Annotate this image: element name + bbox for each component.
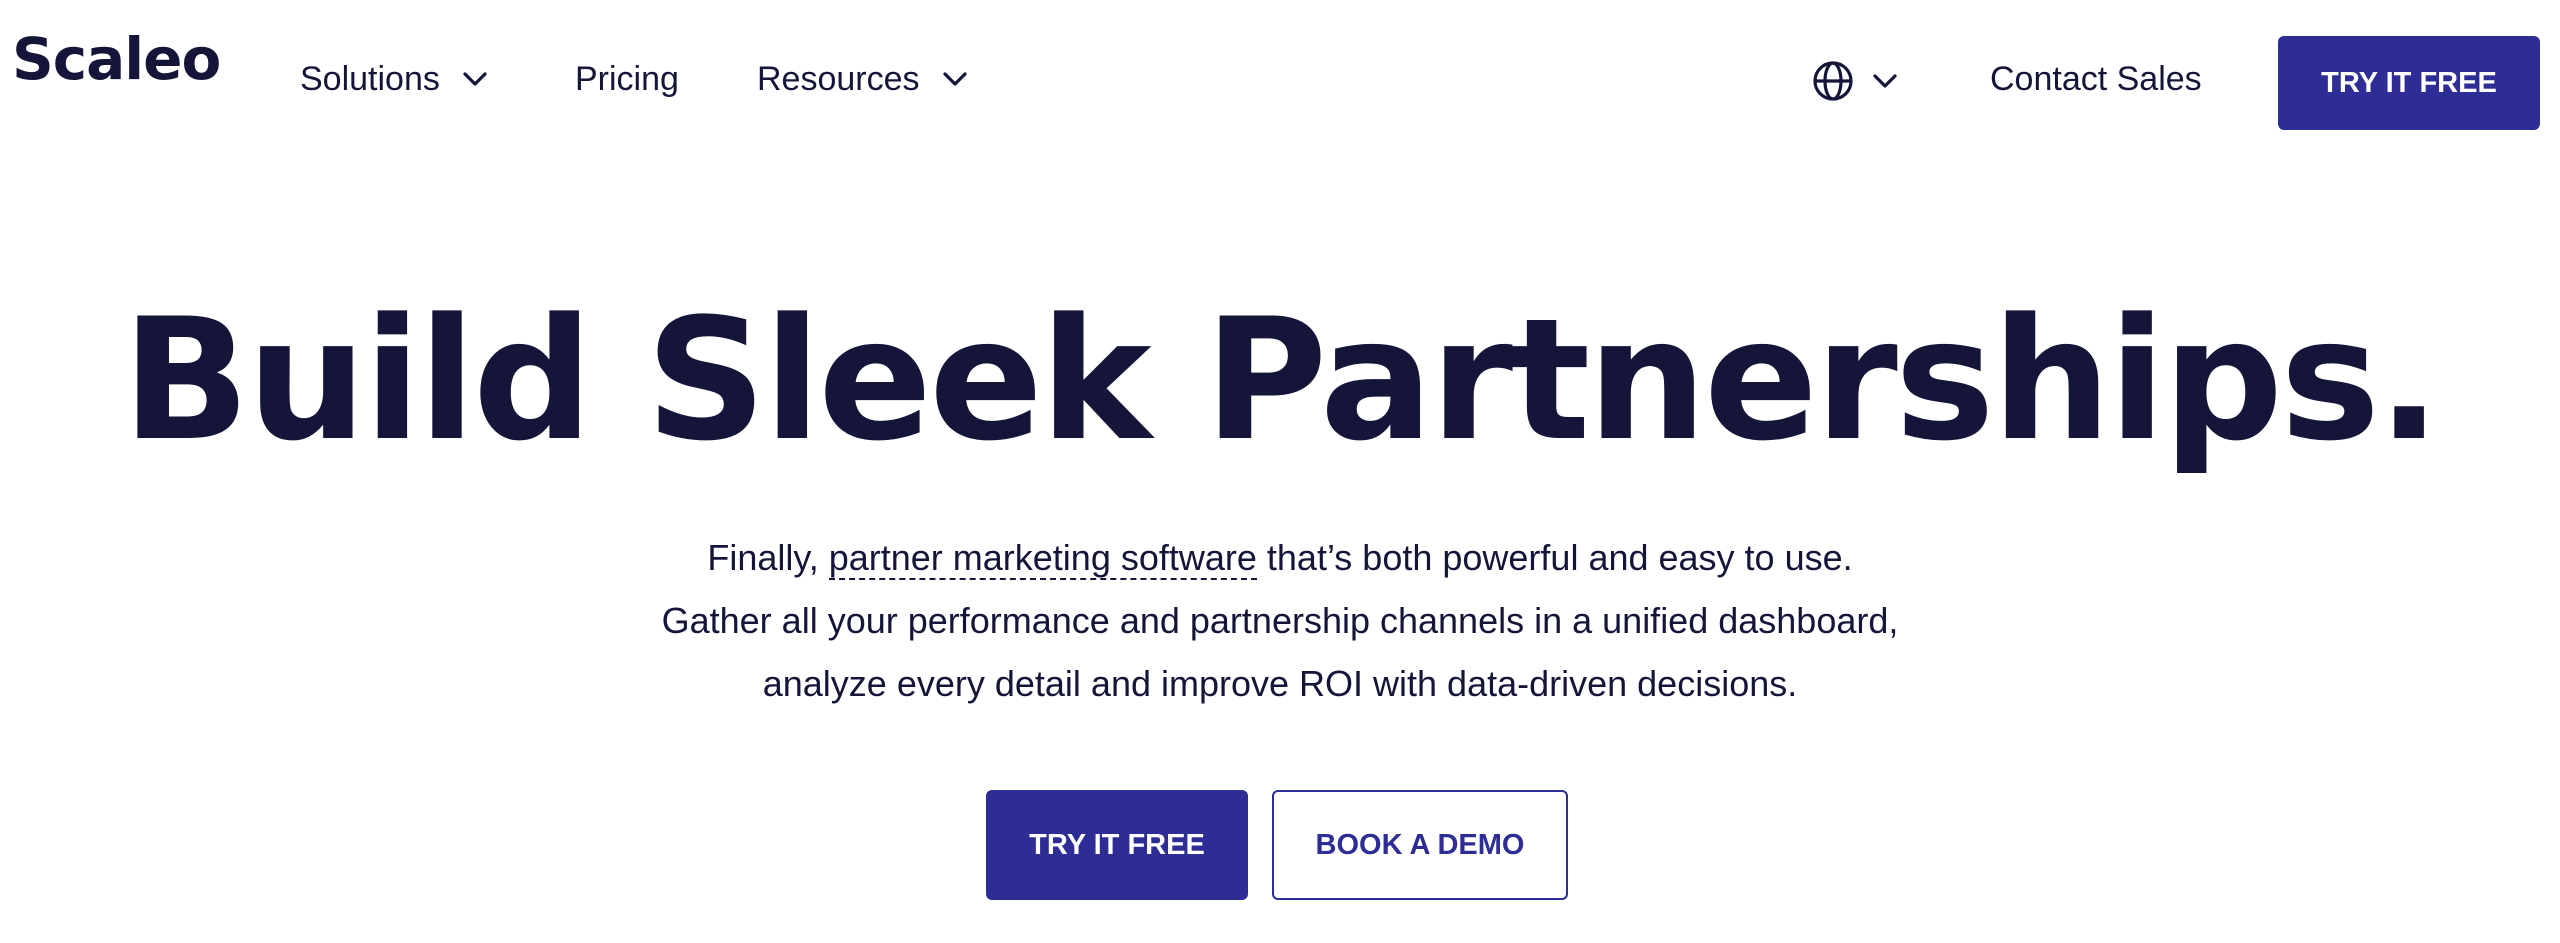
language-switcher[interactable]: [1812, 60, 1898, 102]
header-try-free-button[interactable]: TRY IT FREE: [2278, 36, 2540, 130]
subtitle-suffix: that’s both powerful and easy to use.: [1256, 537, 1853, 578]
contact-sales-link[interactable]: Contact Sales: [1990, 62, 2202, 96]
hero-title: Build Sleek Partnerships.: [121, 282, 2441, 478]
globe-icon: [1813, 61, 1853, 101]
hero-subtitle-line-1: Finally, partner marketing software that…: [0, 526, 2560, 589]
logo[interactable]: Scaleo: [12, 30, 221, 88]
nav-solutions-label: Solutions: [300, 60, 440, 98]
subtitle-prefix: Finally,: [707, 537, 829, 578]
book-demo-button[interactable]: BOOK A DEMO: [1272, 790, 1568, 900]
nav-resources-label: Resources: [757, 60, 920, 98]
nav-solutions[interactable]: Solutions: [300, 62, 488, 96]
nav-resources[interactable]: Resources: [757, 62, 968, 96]
nav-pricing-label: Pricing: [575, 60, 679, 98]
hero-subtitle-line-2: Gather all your performance and partners…: [661, 600, 1899, 641]
chevron-down-icon: [942, 72, 967, 86]
nav-pricing[interactable]: Pricing: [575, 62, 679, 96]
site-header: Scaleo Solutions Pricing Resources Conta…: [0, 0, 2560, 166]
hero-try-free-button[interactable]: TRY IT FREE: [986, 790, 1248, 900]
chevron-down-icon: [1873, 74, 1897, 88]
hero-subtitle: Finally, partner marketing software that…: [0, 526, 2560, 715]
chevron-down-icon: [463, 72, 487, 86]
hero-subtitle-line-3: analyze every detail and improve ROI wit…: [762, 663, 1798, 704]
partner-marketing-software-term[interactable]: partner marketing software: [828, 537, 1257, 580]
